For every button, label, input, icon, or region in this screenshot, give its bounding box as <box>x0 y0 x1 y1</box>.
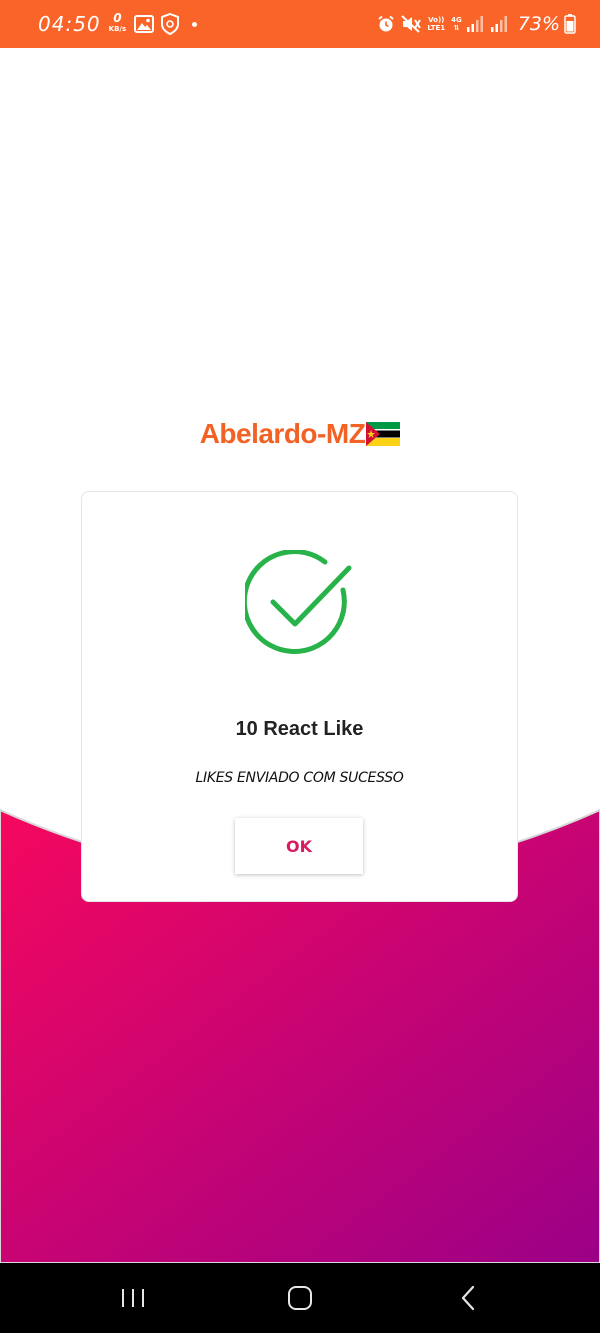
volte-top-label: Vo)) <box>428 16 445 24</box>
network-type-label: 4G <box>451 16 462 24</box>
success-check-icon <box>245 550 352 654</box>
shield-icon <box>160 13 180 35</box>
status-left: 04:50 0 KB/s <box>38 11 198 36</box>
back-icon <box>461 1285 475 1311</box>
battery-icon <box>564 14 576 34</box>
brand-title: Abelardo-MZ <box>0 418 600 453</box>
signal-icon-sim2 <box>490 15 508 33</box>
notification-dot-icon <box>192 21 198 27</box>
home-icon <box>288 1286 312 1310</box>
success-dialog: 10 React Like LIKES ENVIADO COM SUCESSO … <box>81 491 518 902</box>
volte-bottom-label: LTE1 <box>427 24 446 32</box>
data-arrows-icon: ⇅ <box>453 24 460 32</box>
network-speed-unit: KB/s <box>108 25 127 33</box>
dialog-message: LIKES ENVIADO COM SUCESSO <box>195 770 404 786</box>
brand-name: Abelardo-MZ <box>199 418 366 449</box>
mozambique-flag-icon <box>366 421 401 453</box>
signal-icon <box>466 15 484 33</box>
battery-percent: 73% <box>517 13 560 35</box>
gallery-icon <box>134 15 155 33</box>
dialog-title: 10 React Like <box>235 718 364 740</box>
status-time: 04:50 <box>38 12 101 36</box>
mute-icon <box>401 15 422 33</box>
ok-button[interactable]: OK <box>235 818 363 874</box>
alarm-icon <box>377 15 395 33</box>
status-right: Vo)) LTE1 4G ⇅ 73% <box>377 13 582 35</box>
recents-button[interactable] <box>93 1263 173 1333</box>
back-button[interactable] <box>428 1263 508 1333</box>
status-bar: 04:50 0 KB/s Vo)) LTE1 4G ⇅ 73% <box>0 0 600 48</box>
network-speed: 0 KB/s <box>108 11 127 34</box>
network-type: 4G ⇅ <box>451 16 462 32</box>
navigation-bar <box>0 1263 600 1333</box>
recents-icon <box>122 1289 144 1307</box>
volte-indicator: Vo)) LTE1 <box>427 16 445 32</box>
home-button[interactable] <box>260 1263 340 1333</box>
network-speed-value: 0 <box>113 11 122 25</box>
